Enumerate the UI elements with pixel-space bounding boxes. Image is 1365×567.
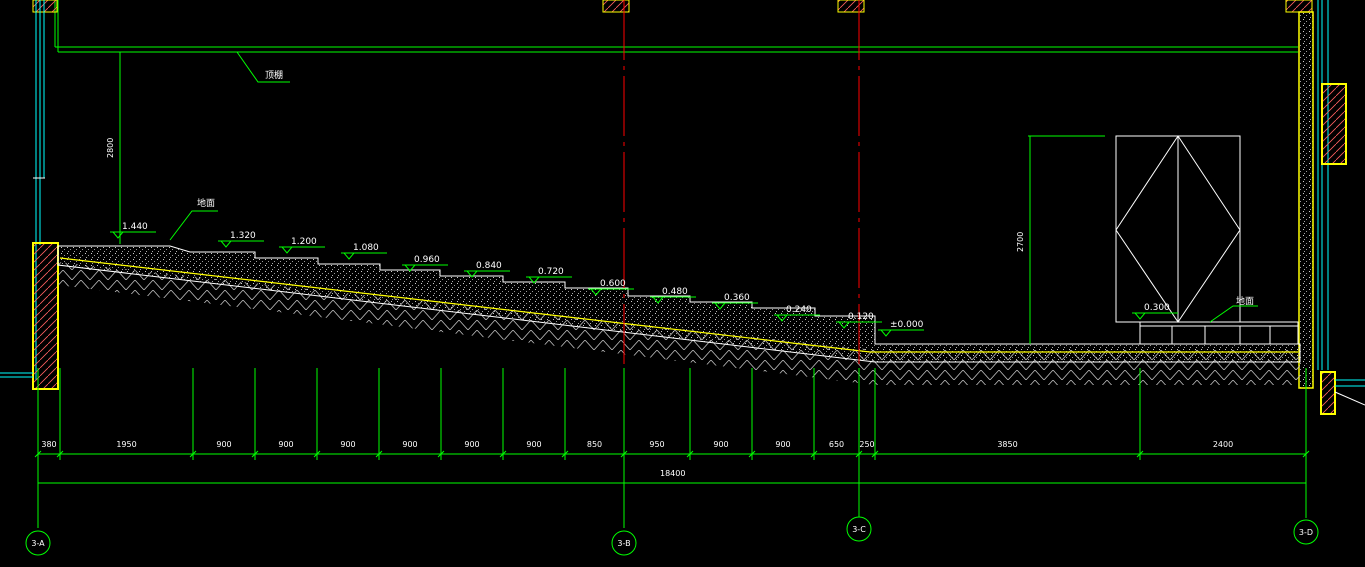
height-right-label: 2700 [1016,232,1025,252]
dimension-label: 900 [216,440,231,449]
axis-label: 3-A [31,539,45,548]
height-left-label: 2800 [106,138,115,158]
elevation-label: 0.840 [476,261,502,271]
elevation-label: ±0.000 [890,320,924,330]
elevation-label: 1.080 [353,243,379,253]
dimension-label: 900 [402,440,417,449]
dim-vertical-right: 2700 [1016,135,1105,344]
axis-label: 3-B [617,539,630,548]
dimension-label: 900 [526,440,541,449]
dimension-label: 900 [340,440,355,449]
dimension-label: 3850 [997,440,1017,449]
ceiling-label: 顶棚 [265,69,283,81]
top-columns [32,0,1313,13]
elevation-label: 0.600 [600,279,626,289]
elevation-label: 0.480 [662,287,688,297]
elevation-label: 0.720 [538,267,564,277]
elevation-label: 1.320 [230,231,256,241]
elevation-label: 0.120 [848,312,874,322]
floor-label-right: 地面 [1236,295,1254,307]
bench [1139,321,1299,345]
elevation-label: 0.360 [724,293,750,303]
dimension-label: 650 [829,440,844,449]
elevation-label: 0.240 [786,305,812,315]
dimension-label: 900 [464,440,479,449]
elevation-label: 0.960 [414,255,440,265]
dimension-label: 1950 [116,440,136,449]
elevation-label: 1.200 [291,237,317,247]
dimension-label: 900 [713,440,728,449]
total-dimension: 18400 [660,469,685,478]
elevation-label: 1.440 [122,222,148,232]
dimension-label: 2400 [1213,440,1233,449]
axis-label: 3-C [852,525,866,534]
dim-vertical-left: 2800 [106,52,121,244]
dimension-label: 900 [278,440,293,449]
elevation-label: 0.300 [1144,303,1170,313]
floor-label-left: 地面 [197,197,215,209]
axis-bubbles: 3-A 3-B 3-C 3-D [25,516,1319,556]
dimension-label: 900 [775,440,790,449]
right-wall [1298,0,1365,415]
ceiling [54,0,1298,53]
door-elevation [1115,135,1241,323]
axis-label: 3-D [1299,528,1313,537]
cad-section-drawing: 2800 2700 顶棚 地面 地面 1.440 1.320 1.200 1.080 0… [0,0,1365,567]
left-wall [0,0,59,390]
section-canvas: 2800 2700 顶棚 地面 地面 1.440 1.320 1.200 1.080 0… [0,0,1365,556]
dimension-label: 850 [587,440,602,449]
dimension-label: 950 [649,440,664,449]
dimension-label: 250 [859,440,874,449]
dimension-chain: 380 1950 900 900 900 900 900 900 850 950 900 900 650… [34,368,1310,484]
dimension-label: 380 [41,440,56,449]
